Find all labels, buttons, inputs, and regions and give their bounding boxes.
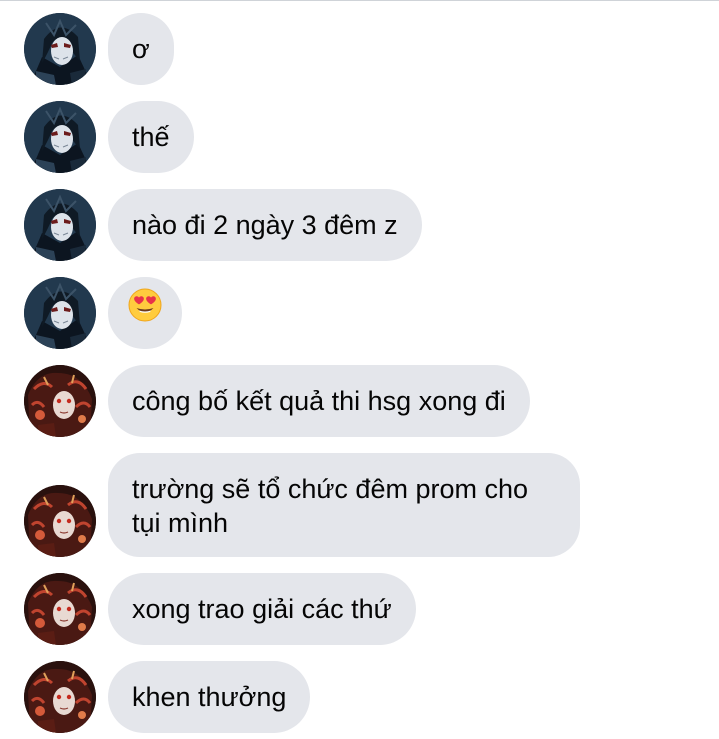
emoji-message-bubble[interactable] [108,277,182,349]
heart-eyes-emoji-icon [128,277,162,349]
message-text: trường sẽ tổ chức đêm prom cho tụi mình [132,474,529,538]
message-text: công bố kết quả thi hsg xong đi [132,386,506,416]
message-thread[interactable]: ơ thế nào đi 2 ngày 3 đêm z công bố kết … [0,0,719,739]
message-text: xong trao giải các thứ [132,594,392,624]
avatar[interactable] [24,13,96,85]
message-bubble[interactable]: khen thưởng [108,661,311,733]
message-text: nào đi 2 ngày 3 đêm z [132,210,398,240]
avatar[interactable] [24,365,96,437]
avatar[interactable] [24,277,96,349]
message-text: ơ [132,34,150,64]
message-text: thế [132,122,170,152]
avatar[interactable] [24,101,96,173]
message-bubble[interactable]: công bố kết quả thi hsg xong đi [108,365,530,437]
avatar[interactable] [24,661,96,733]
message-bubble[interactable]: trường sẽ tổ chức đêm prom cho tụi mình [108,453,580,557]
message-text: khen thưởng [132,682,287,712]
message-bubble[interactable]: thế [108,101,194,173]
avatar[interactable] [24,573,96,645]
message-bubble[interactable]: nào đi 2 ngày 3 đêm z [108,189,422,261]
message-bubble[interactable]: xong trao giải các thứ [108,573,416,645]
message-bubble[interactable]: ơ [108,13,174,85]
avatar[interactable] [24,485,96,557]
avatar[interactable] [24,189,96,261]
